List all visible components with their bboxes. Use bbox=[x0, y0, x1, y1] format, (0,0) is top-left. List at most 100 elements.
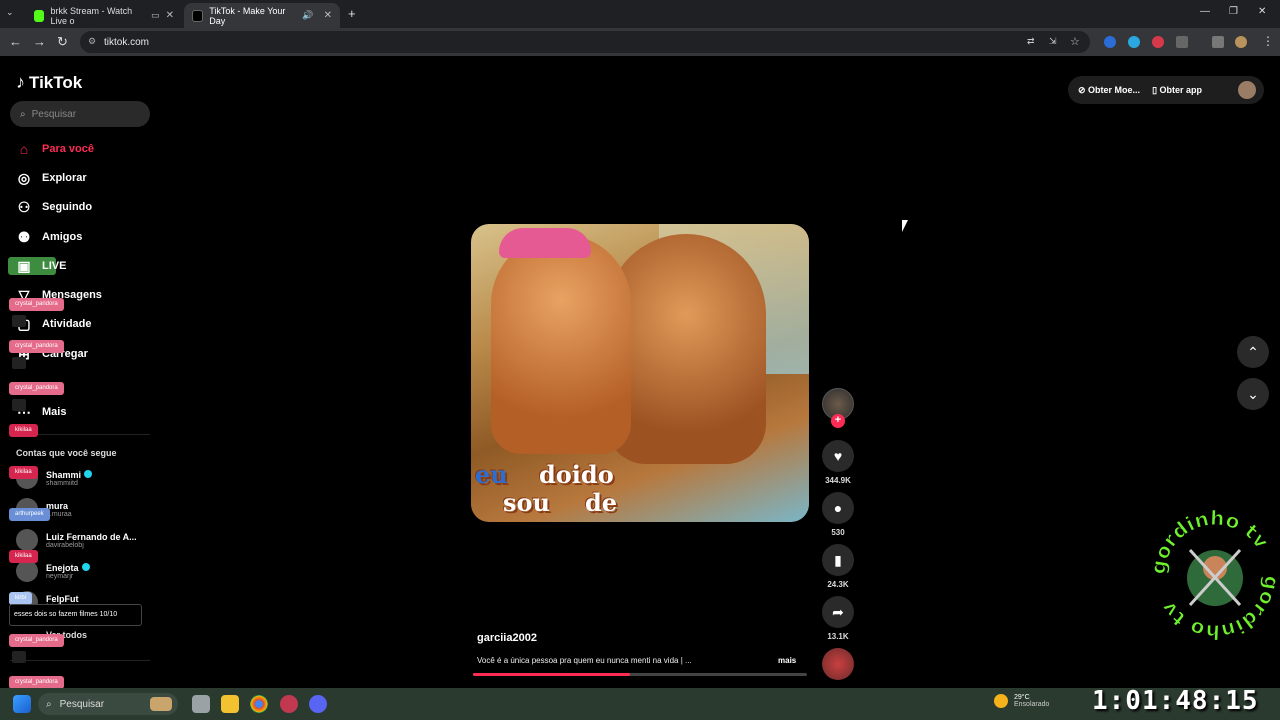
install-app-icon[interactable]: ⇲ bbox=[1049, 36, 1057, 47]
comment-icon: ● bbox=[833, 500, 843, 516]
extension-icon[interactable] bbox=[1152, 36, 1164, 48]
music-disc-avatar[interactable] bbox=[822, 648, 854, 680]
browser-tab-bar: ⌄ brkk Stream - Watch Live o ▭ ✕ TikTok … bbox=[0, 0, 1280, 28]
discord-icon[interactable] bbox=[309, 695, 327, 713]
forward-icon[interactable]: → bbox=[33, 34, 46, 49]
chat-badge-icon bbox=[12, 399, 26, 411]
tab-title: brkk Stream - Watch Live o bbox=[50, 5, 133, 26]
chrome-icon[interactable] bbox=[250, 695, 268, 713]
weather-widget[interactable]: 29°C Ensolarado bbox=[994, 694, 1049, 708]
nav-label: Seguindo bbox=[42, 201, 93, 213]
sidebar-divider bbox=[10, 660, 150, 661]
tab-title: TikTok - Make Your Day bbox=[209, 5, 286, 26]
file-explorer-icon[interactable] bbox=[221, 695, 239, 713]
nav-live[interactable]: ▣ LIVE bbox=[16, 256, 66, 276]
nav-following[interactable]: ⚇ Seguindo bbox=[16, 197, 92, 217]
account-handle: neymarjr bbox=[46, 572, 74, 580]
following-icon: ⚇ bbox=[17, 198, 31, 215]
media-control-icon[interactable] bbox=[1212, 36, 1224, 48]
reload-icon[interactable]: ↻ bbox=[57, 34, 68, 50]
translate-icon[interactable]: ⇄ bbox=[1027, 36, 1035, 47]
friends-icon: ⚉ bbox=[17, 228, 31, 245]
nav-label: LIVE bbox=[42, 260, 67, 272]
tiktok-logo[interactable]: ♪ TikTok bbox=[16, 72, 82, 93]
nav-label: Para você bbox=[42, 143, 94, 155]
nav-label: Atividade bbox=[42, 318, 92, 330]
video-progress-fill bbox=[473, 673, 630, 676]
search-highlight-icon bbox=[150, 697, 172, 711]
address-bar[interactable]: ⚙ tiktok.com ⇄ ⇲ ☆ bbox=[80, 31, 1090, 53]
account-handle: _.muraa bbox=[46, 510, 72, 518]
video-author[interactable]: garciia2002 bbox=[477, 632, 537, 644]
avatar bbox=[16, 529, 38, 551]
more-button[interactable]: mais bbox=[778, 656, 796, 665]
nav-explore[interactable]: ◎ Explorar bbox=[16, 168, 87, 188]
phone-icon: ▯ bbox=[1152, 84, 1160, 95]
tiktok-note-icon: ♪ bbox=[16, 72, 25, 92]
tab-kick-stream[interactable]: brkk Stream - Watch Live o ▭ ✕ bbox=[26, 3, 182, 28]
profile-avatar[interactable] bbox=[1235, 36, 1247, 48]
share-icon: ➦ bbox=[832, 603, 844, 620]
nav-for-you[interactable]: ⌂ Para você bbox=[16, 139, 94, 159]
bookmark-star-icon[interactable]: ☆ bbox=[1070, 35, 1080, 48]
account-handle: davirabelobj bbox=[46, 541, 84, 549]
app-icon[interactable] bbox=[280, 695, 298, 713]
account-name: Enejota bbox=[46, 562, 79, 573]
restore-window-icon[interactable]: ❐ bbox=[1229, 6, 1238, 17]
windows-start-icon[interactable] bbox=[13, 695, 31, 713]
video-progress-bar[interactable] bbox=[473, 673, 807, 676]
chat-username-tag: kikilaa bbox=[9, 424, 38, 437]
chat-username-tag: kikilaa bbox=[9, 550, 38, 563]
comment-button[interactable]: ● bbox=[822, 492, 854, 524]
girl-figure bbox=[491, 234, 631, 454]
logo-text: TikTok bbox=[29, 72, 83, 92]
follow-plus-icon[interactable]: + bbox=[831, 414, 845, 428]
previous-video-button[interactable]: ⌃ bbox=[1237, 336, 1269, 368]
nav-label: Amigos bbox=[42, 231, 83, 243]
chat-username-tag: crystal_pandora bbox=[9, 634, 64, 647]
back-icon[interactable]: ← bbox=[9, 34, 22, 49]
taskbar-search[interactable]: ⌕ Pesquisar bbox=[38, 693, 178, 715]
verified-icon bbox=[84, 469, 93, 478]
chat-username-tag: arthurpeek bbox=[9, 508, 50, 521]
close-tab-icon[interactable]: ✕ bbox=[324, 10, 332, 21]
search-input[interactable]: ⌕ Pesquisar bbox=[10, 101, 150, 127]
nav-label: Explorar bbox=[42, 172, 87, 184]
account-name: FelpFut bbox=[46, 593, 79, 604]
comment-count: 530 bbox=[831, 528, 845, 537]
extension-icon[interactable] bbox=[1104, 36, 1116, 48]
verified-icon bbox=[81, 562, 90, 571]
minimize-window-icon[interactable]: — bbox=[1200, 6, 1210, 17]
new-tab-button[interactable]: + bbox=[348, 6, 356, 21]
tab-list-chevron-icon[interactable]: ⌄ bbox=[6, 7, 14, 18]
chat-message: esses dois so fazem filmes 10/10 bbox=[9, 604, 142, 626]
caption-word: doido bbox=[539, 460, 614, 489]
extension-icon[interactable] bbox=[1128, 36, 1140, 48]
like-button[interactable]: ♥ bbox=[822, 440, 854, 472]
save-button[interactable]: ▮ bbox=[822, 544, 854, 576]
nav-activity[interactable]: ▢ Atividade bbox=[16, 314, 92, 334]
caption-word: eu bbox=[475, 460, 508, 489]
video-description: Você é a única pessoa pra quem eu nunca … bbox=[477, 656, 692, 665]
tab-tiktok[interactable]: TikTok - Make Your Day 🔊 ✕ bbox=[184, 3, 340, 28]
close-window-icon[interactable]: ✕ bbox=[1258, 6, 1266, 17]
share-button[interactable]: ➦ bbox=[822, 596, 854, 628]
get-app-label: Obter app bbox=[1159, 84, 1203, 95]
user-avatar[interactable] bbox=[1238, 81, 1256, 99]
tab-audio-icon[interactable]: 🔊 bbox=[302, 10, 313, 21]
kick-favicon-icon bbox=[34, 9, 45, 22]
save-count: 24.3K bbox=[827, 580, 849, 589]
weather-temperature: 29°C bbox=[1014, 694, 1030, 701]
tiktok-page: ♪ TikTok ⌕ Pesquisar ⌂ Para você ◎ Explo… bbox=[0, 58, 1280, 689]
next-video-button[interactable]: ⌄ bbox=[1237, 378, 1269, 410]
extensions-puzzle-icon[interactable] bbox=[1176, 36, 1188, 48]
video-player[interactable]: eu doido sou de bbox=[471, 224, 809, 522]
site-info-icon[interactable]: ⚙ bbox=[88, 36, 96, 47]
browser-menu-icon[interactable]: ⋮ bbox=[1262, 34, 1274, 48]
task-view-icon[interactable] bbox=[192, 695, 210, 713]
close-tab-icon[interactable]: ✕ bbox=[166, 10, 174, 21]
coins-icon: ⊘ bbox=[1078, 84, 1089, 95]
get-coins-button[interactable]: ⊘ Obter Moe... bbox=[1078, 85, 1140, 96]
nav-friends[interactable]: ⚉ Amigos bbox=[16, 227, 83, 247]
get-app-button[interactable]: ▯ Obter app bbox=[1152, 85, 1202, 96]
